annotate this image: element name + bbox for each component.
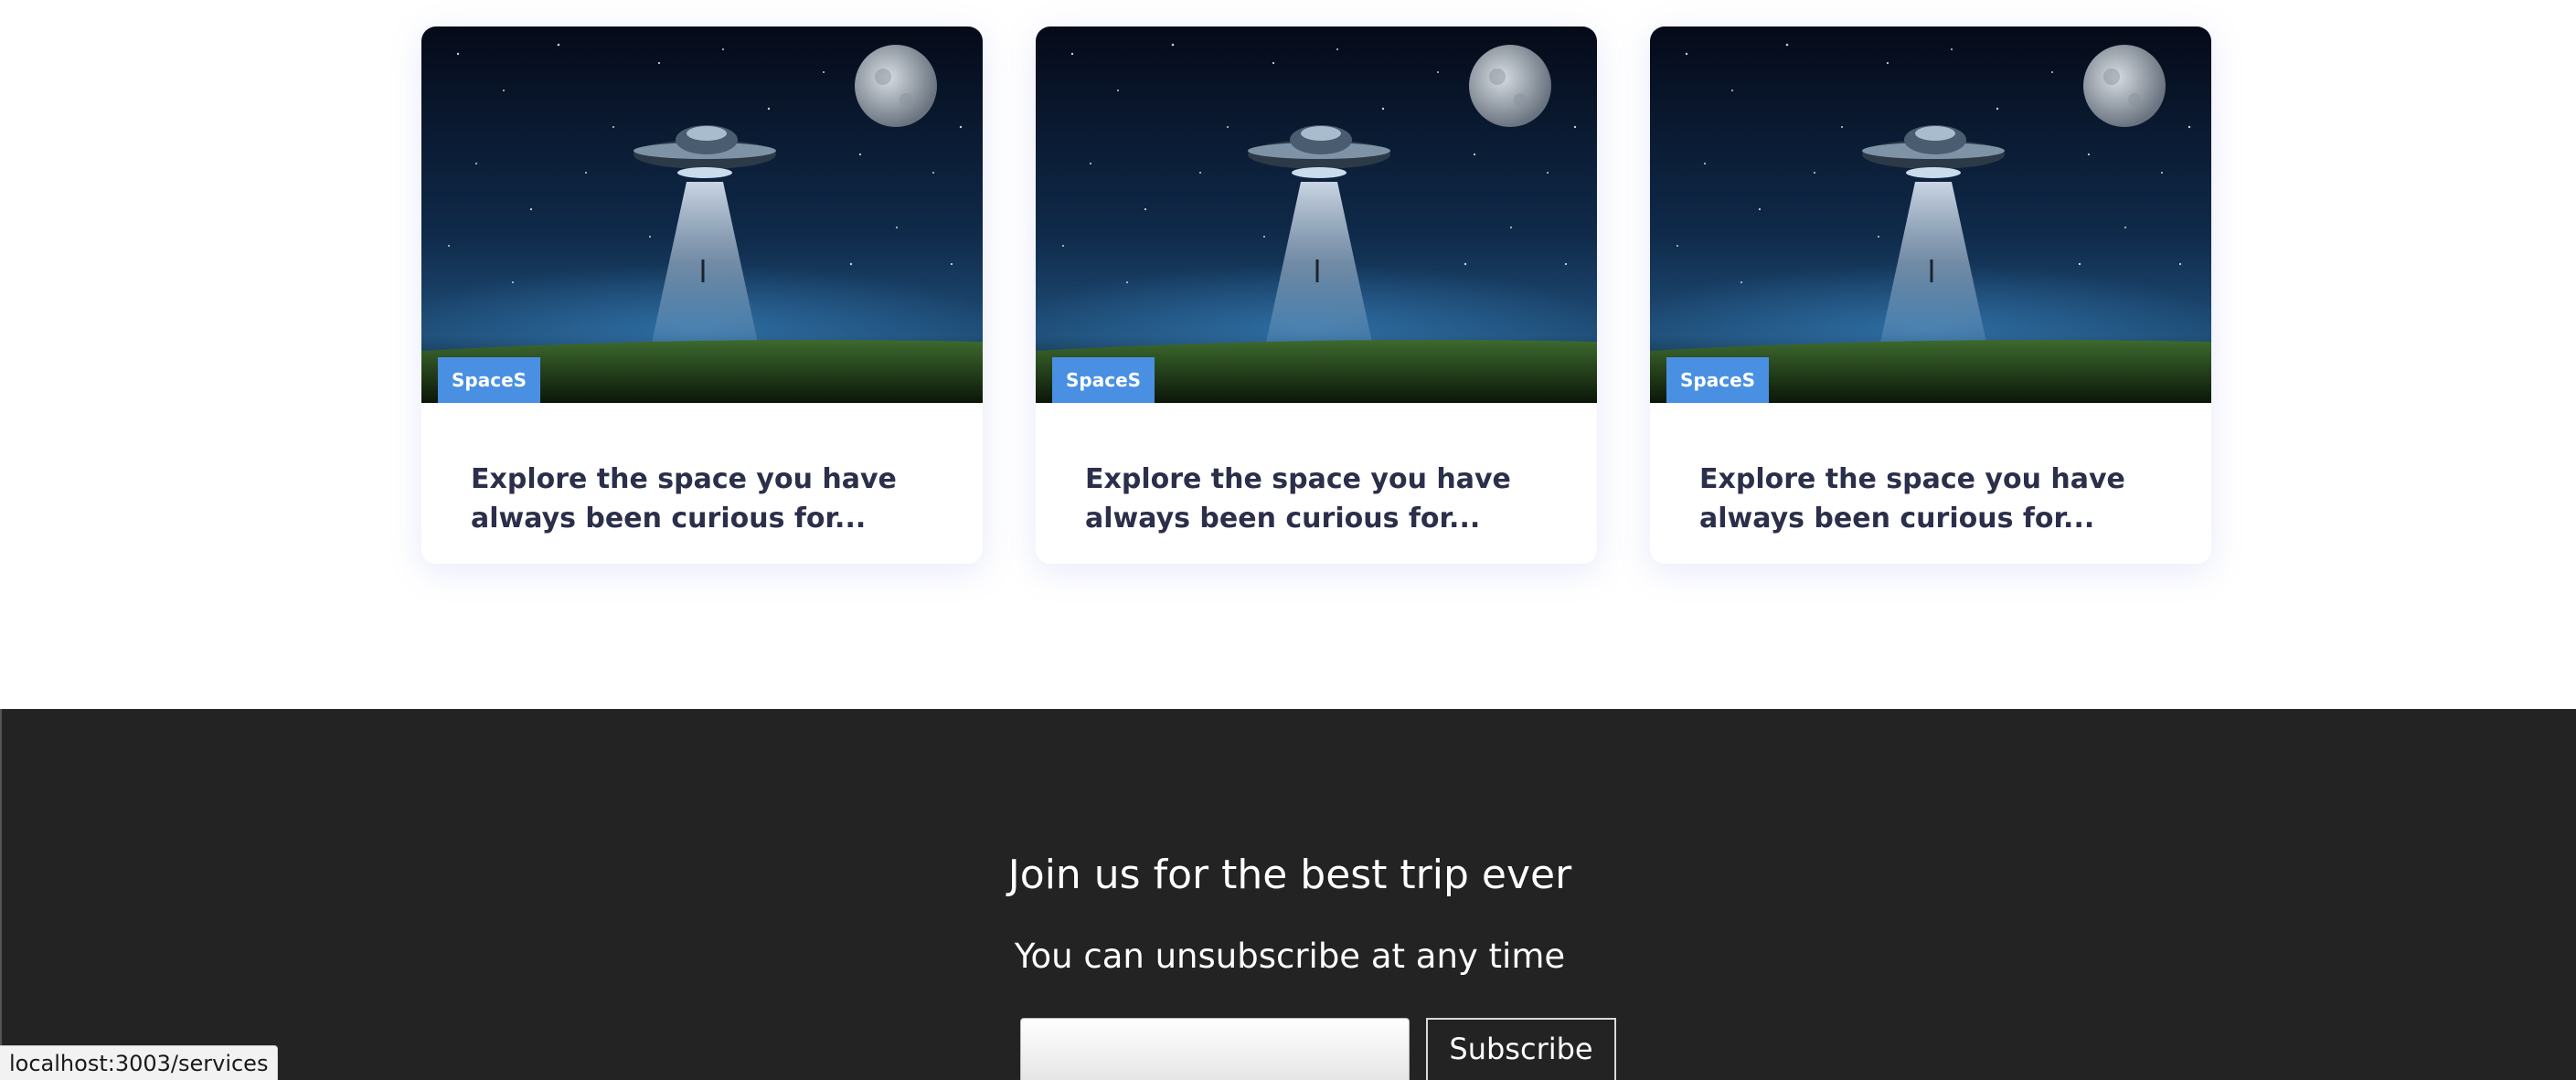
article-card[interactable]: SpaceS Explore the space you have always… bbox=[421, 26, 983, 564]
newsletter-footer: Join us for the best trip ever You can u… bbox=[0, 709, 2576, 1080]
card-image[interactable] bbox=[1036, 26, 1597, 403]
article-card[interactable]: SpaceS Explore the space you have always… bbox=[1650, 26, 2211, 564]
card-tag[interactable]: SpaceS bbox=[1052, 357, 1155, 403]
card-title[interactable]: Explore the space you have always been c… bbox=[1699, 460, 2175, 538]
footer-heading: Join us for the best trip ever bbox=[1007, 852, 1572, 898]
card-tag[interactable]: SpaceS bbox=[438, 357, 541, 403]
card-title[interactable]: Explore the space you have always been c… bbox=[471, 460, 946, 538]
link-preview-status-bar: localhost:3003/services bbox=[0, 1045, 279, 1080]
footer-subheading: You can unsubscribe at any time bbox=[1014, 937, 1566, 976]
card-image[interactable] bbox=[421, 26, 983, 403]
email-input[interactable] bbox=[1020, 1018, 1410, 1080]
card-image[interactable] bbox=[1650, 26, 2211, 403]
card-title[interactable]: Explore the space you have always been c… bbox=[1085, 460, 1560, 538]
cards-section: SpaceS Explore the space you have always… bbox=[0, 0, 2576, 709]
card-tag[interactable]: SpaceS bbox=[1666, 357, 1770, 403]
article-card[interactable]: SpaceS Explore the space you have always… bbox=[1036, 26, 1597, 564]
subscribe-button[interactable]: Subscribe bbox=[1426, 1018, 1616, 1080]
